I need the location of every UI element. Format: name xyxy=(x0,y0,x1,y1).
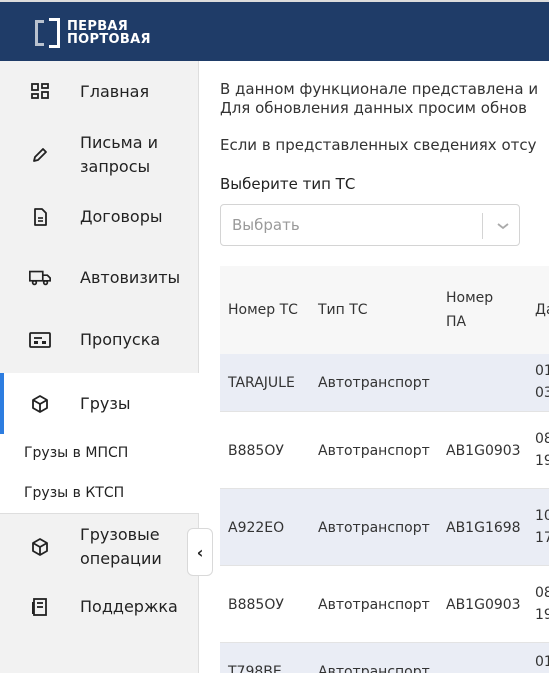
column-header[interactable]: Тип ТС xyxy=(318,298,368,322)
sidebar-item-autovisits[interactable]: Автовизиты xyxy=(0,250,199,306)
submenu-item-mpsp[interactable]: Грузы в МПСП xyxy=(24,445,128,461)
cell-vehicle-type: Автотранспорт xyxy=(318,597,430,613)
sidebar-item-cargo-operations[interactable]: Грузовые операции xyxy=(0,516,199,578)
sidebar-item-label: Грузы xyxy=(80,393,131,413)
sidebar-item-label: Поддержка xyxy=(80,597,178,616)
top-bar: ПЕРВАЯ ПОРТОВАЯ xyxy=(0,0,549,61)
chevron-down-icon[interactable] xyxy=(489,212,517,240)
cell-date: 19 xyxy=(535,453,549,469)
sidebar-item-letters[interactable]: Письма и запросы xyxy=(0,124,199,186)
main-content: В данном функционале представлена и Для … xyxy=(200,61,549,673)
cell-date: 03 xyxy=(535,385,549,401)
sidebar-item-label: Письма и запросы xyxy=(80,133,159,176)
box-icon xyxy=(28,535,52,559)
logo[interactable]: ПЕРВАЯ ПОРТОВАЯ xyxy=(35,16,151,50)
info-text-line: В данном функционале представлена и xyxy=(220,80,539,98)
support-icon xyxy=(28,595,52,619)
submenu-item-ktsp[interactable]: Грузы в КТСП xyxy=(24,485,124,501)
active-indicator xyxy=(0,373,4,434)
cell-pa-number: AB1G1698 xyxy=(446,520,521,536)
dashboard-icon xyxy=(28,80,52,104)
cell-date: 08 xyxy=(535,431,549,447)
column-header[interactable]: Номер ТС xyxy=(228,298,298,322)
sidebar-item-passes[interactable]: Пропуска xyxy=(0,312,199,368)
info-text-line: Если в представленных сведениях отсу xyxy=(220,136,537,154)
sidebar-item-label: Автовизиты xyxy=(80,268,181,287)
column-header[interactable]: Номер ПА xyxy=(446,286,502,334)
table-row[interactable]: В885ОУ Автотранспорт AB1G0903 08 19 xyxy=(220,412,549,489)
table-row[interactable]: Т798ВЕ Автотранспорт 01 xyxy=(220,643,549,673)
vehicle-type-select[interactable]: Выбрать xyxy=(220,204,520,246)
table-row[interactable]: В885ОУ Автотранспорт AB1G0903 08 19 xyxy=(220,566,549,643)
table-header: Номер ТС Тип ТС Номер ПА Да xyxy=(220,266,549,354)
truck-icon xyxy=(28,266,52,290)
cell-pa-number: AB1G0903 xyxy=(446,597,521,613)
sidebar-item-home[interactable]: Главная xyxy=(0,64,199,120)
sidebar-item-label: Договоры xyxy=(80,207,163,226)
cell-vehicle-type: Автотранспорт xyxy=(318,664,430,673)
select-divider xyxy=(482,213,483,239)
sidebar-item-label: Главная xyxy=(80,82,150,101)
vehicle-type-label: Выберите тип ТС xyxy=(220,175,356,193)
cell-date: 10 xyxy=(535,508,549,524)
select-placeholder: Выбрать xyxy=(232,216,300,234)
cell-vehicle-type: Автотранспорт xyxy=(318,375,430,391)
sidebar-item-contracts[interactable]: Договоры xyxy=(0,190,199,244)
logo-text: ПЕРВАЯ ПОРТОВАЯ xyxy=(67,19,151,47)
cell-vehicle-type: Автотранспорт xyxy=(318,520,430,536)
info-text-line: Для обновления данных просим обнов xyxy=(220,99,528,117)
pass-card-icon xyxy=(28,328,52,352)
cell-vehicle-number: TARAJULE xyxy=(228,375,295,391)
pencil-icon xyxy=(28,143,52,167)
cell-date: 08 xyxy=(535,585,549,601)
cargo-submenu: Грузы в МПСП Грузы в КТСП xyxy=(0,434,199,514)
cell-vehicle-type: Автотранспорт xyxy=(318,443,430,459)
logo-mark-icon xyxy=(35,18,63,48)
cell-date: 01 xyxy=(535,363,549,379)
table-row[interactable]: TARAJULE Автотранспорт 01 03 xyxy=(220,354,549,412)
document-icon xyxy=(28,205,52,229)
cell-pa-number: AB1G0903 xyxy=(446,443,521,459)
box-icon xyxy=(28,392,52,416)
cell-date: 01 xyxy=(535,654,549,670)
sidebar-item-label: Грузовые операции xyxy=(80,525,162,568)
cell-date: 17 xyxy=(535,530,549,546)
cell-vehicle-number: В885ОУ xyxy=(228,443,284,459)
sidebar-item-label: Пропуска xyxy=(80,330,161,349)
cell-date: 19 xyxy=(535,607,549,623)
cell-vehicle-number: А922ЕО xyxy=(228,520,285,536)
sidebar-item-cargo[interactable]: Грузы xyxy=(0,373,199,434)
sidebar-item-support[interactable]: Поддержка xyxy=(0,582,199,632)
table-row[interactable]: А922ЕО Автотранспорт AB1G1698 10 17 xyxy=(220,489,549,566)
cell-vehicle-number: В885ОУ xyxy=(228,597,284,613)
column-header[interactable]: Да xyxy=(535,298,549,322)
cell-vehicle-number: Т798ВЕ xyxy=(228,664,282,673)
